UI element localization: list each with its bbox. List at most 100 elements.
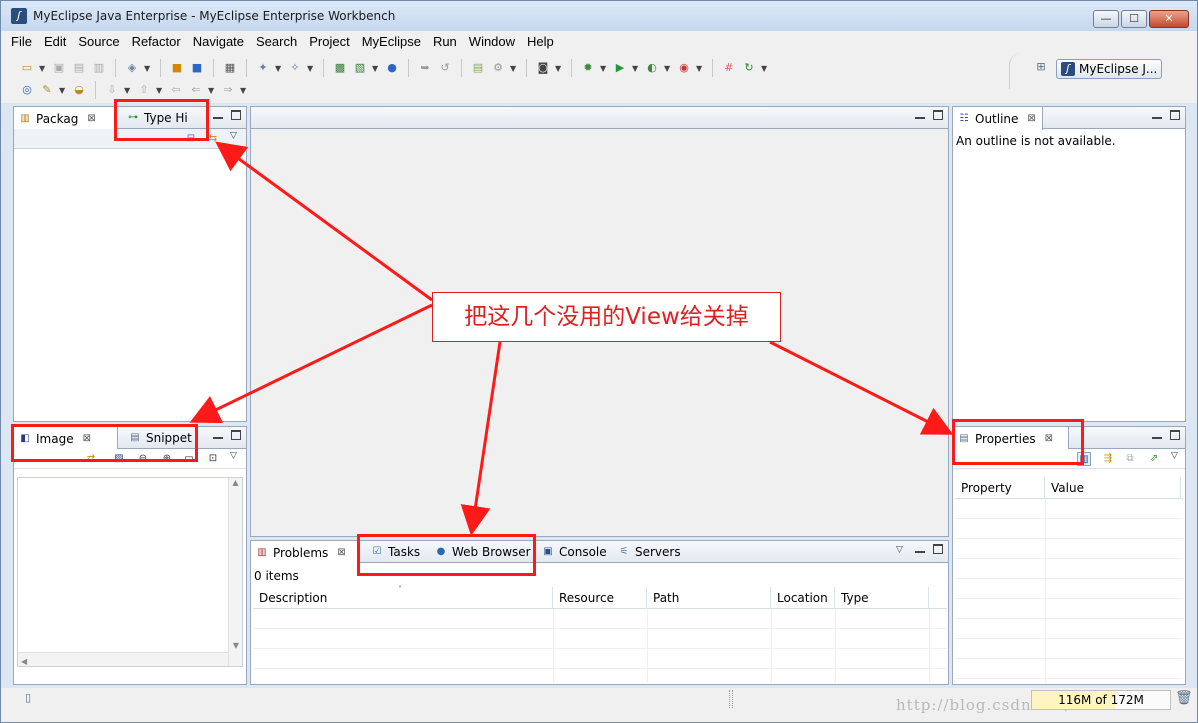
print-icon[interactable]: ▥ bbox=[91, 60, 107, 76]
edit-icon[interactable]: ✎ bbox=[39, 82, 55, 98]
server-dropdown-icon[interactable]: ▼ bbox=[307, 64, 315, 73]
external-tools-dropdown-icon[interactable]: ▼ bbox=[696, 64, 704, 73]
camera-dropdown-icon[interactable]: ▼ bbox=[555, 64, 563, 73]
nav-back-icon[interactable]: ⇐ bbox=[188, 82, 204, 98]
maximize-icon[interactable] bbox=[231, 430, 241, 440]
settings-icon[interactable]: ⚙ bbox=[490, 60, 506, 76]
menu-run[interactable]: Run bbox=[433, 34, 457, 49]
deploy-icon[interactable]: ✦ bbox=[255, 60, 271, 76]
server-icon[interactable]: ✧ bbox=[287, 60, 303, 76]
minimize-icon[interactable] bbox=[213, 429, 223, 439]
close-window-button[interactable]: ✕ bbox=[1149, 10, 1189, 28]
close-icon[interactable]: ⊠ bbox=[1027, 113, 1035, 124]
open-folder-icon[interactable]: ◒ bbox=[71, 82, 87, 98]
horizontal-scrollbar[interactable]: ◀ bbox=[18, 652, 228, 666]
tab-outline[interactable]: ☷ Outline ⊠ bbox=[953, 107, 1043, 130]
nav-back-dropdown-icon[interactable]: ▼ bbox=[208, 86, 216, 95]
camera-icon[interactable]: ◙ bbox=[535, 60, 551, 76]
next-annotation-dropdown-icon[interactable]: ▼ bbox=[124, 86, 132, 95]
prev-annotation-dropdown-icon[interactable]: ▼ bbox=[156, 86, 164, 95]
menu-myeclipse[interactable]: MyEclipse bbox=[362, 34, 421, 49]
minimize-icon[interactable] bbox=[915, 543, 925, 553]
tab-problems[interactable]: ▥ Problems ⊠ bbox=[251, 541, 359, 564]
view-menu-icon[interactable]: ▽ bbox=[896, 545, 903, 555]
trash-icon[interactable]: 🗑 bbox=[1175, 690, 1193, 706]
maximize-window-button[interactable]: ☐ bbox=[1121, 10, 1147, 28]
coverage-dropdown-icon[interactable]: ▼ bbox=[664, 64, 672, 73]
jdk-icon[interactable]: ▦ bbox=[222, 60, 238, 76]
last-edit-icon[interactable]: ⇦ bbox=[168, 82, 184, 98]
open-project-icon[interactable]: ◎ bbox=[19, 82, 35, 98]
nav-forward-icon[interactable]: ⇒ bbox=[220, 82, 236, 98]
debug-icon[interactable]: ✹ bbox=[580, 60, 596, 76]
column-type[interactable]: Type bbox=[835, 586, 929, 609]
maximize-icon[interactable] bbox=[933, 110, 943, 120]
new-dropdown-icon[interactable]: ▼ bbox=[39, 64, 47, 73]
minimize-icon[interactable] bbox=[1152, 429, 1162, 439]
back-icon[interactable]: ↺ bbox=[437, 60, 453, 76]
close-icon[interactable]: ⊠ bbox=[87, 113, 95, 124]
wizard-dropdown-icon[interactable]: ▼ bbox=[144, 64, 152, 73]
run-config-dropdown-icon[interactable]: ▼ bbox=[372, 64, 380, 73]
run-config-icon[interactable]: ▧ bbox=[352, 60, 368, 76]
edit-dropdown-icon[interactable]: ▼ bbox=[59, 86, 67, 95]
debug-dropdown-icon[interactable]: ▼ bbox=[600, 64, 608, 73]
refresh-dropdown-icon[interactable]: ▼ bbox=[761, 64, 769, 73]
perspective-button[interactable]: ʃ MyEclipse J... bbox=[1056, 59, 1162, 79]
menu-refactor[interactable]: Refactor bbox=[132, 34, 181, 49]
close-icon[interactable]: ⊠ bbox=[337, 547, 345, 558]
open-perspective-icon[interactable]: ⊞ bbox=[1033, 60, 1049, 76]
next-annotation-icon[interactable]: ⇩ bbox=[104, 82, 120, 98]
menu-help[interactable]: Help bbox=[527, 34, 554, 49]
tab-package-explorer[interactable]: ▥ Packag ⊠ bbox=[14, 107, 116, 130]
forward-icon[interactable]: ➥ bbox=[417, 60, 433, 76]
scroll-up-icon[interactable]: ▲ bbox=[229, 478, 242, 487]
fit-icon[interactable]: ⊡ bbox=[206, 452, 220, 466]
open-type-icon[interactable]: ■ bbox=[169, 60, 185, 76]
external-tools-icon[interactable]: ◉ bbox=[676, 60, 692, 76]
minimize-window-button[interactable]: — bbox=[1093, 10, 1119, 28]
menu-navigate[interactable]: Navigate bbox=[193, 34, 244, 49]
maximize-icon[interactable] bbox=[933, 544, 943, 554]
menu-file[interactable]: File bbox=[11, 34, 32, 49]
report-icon[interactable]: ▤ bbox=[470, 60, 486, 76]
column-value[interactable]: Value bbox=[1045, 476, 1181, 499]
tab-console[interactable]: ▣ Console bbox=[537, 541, 606, 563]
minimize-icon[interactable] bbox=[213, 109, 223, 119]
heap-status[interactable]: 116M of 172M bbox=[1031, 690, 1171, 710]
open-resource-icon[interactable]: ■ bbox=[189, 60, 205, 76]
wizard-icon[interactable]: ◈ bbox=[124, 60, 140, 76]
run-icon[interactable]: ▶ bbox=[612, 60, 628, 76]
menu-window[interactable]: Window bbox=[469, 34, 515, 49]
tab-servers[interactable]: ⚟ Servers bbox=[613, 541, 681, 563]
minimize-icon[interactable] bbox=[1152, 109, 1162, 119]
menu-source[interactable]: Source bbox=[78, 34, 119, 49]
scroll-left-icon[interactable]: ◀ bbox=[21, 657, 27, 666]
pin-icon[interactable]: ⇗ bbox=[1147, 452, 1161, 466]
settings-dropdown-icon[interactable]: ▼ bbox=[510, 64, 518, 73]
maximize-icon[interactable] bbox=[1170, 110, 1180, 120]
filter-icon[interactable]: ⇶ bbox=[1101, 452, 1115, 466]
maximize-icon[interactable] bbox=[1170, 430, 1180, 440]
menu-edit[interactable]: Edit bbox=[44, 34, 66, 49]
save-icon[interactable]: ▣ bbox=[51, 60, 67, 76]
coverage-icon[interactable]: ◐ bbox=[644, 60, 660, 76]
view-menu-icon[interactable]: ▽ bbox=[1171, 451, 1178, 461]
view-menu-icon[interactable]: ▽ bbox=[230, 451, 237, 461]
menu-project[interactable]: Project bbox=[309, 34, 349, 49]
fast-view-icon[interactable]: ▯ bbox=[25, 691, 31, 704]
restore-default-icon[interactable]: ⧉ bbox=[1123, 452, 1137, 466]
prev-annotation-icon[interactable]: ⇧ bbox=[136, 82, 152, 98]
minimize-icon[interactable] bbox=[915, 109, 925, 119]
column-description[interactable]: Description ˄ bbox=[253, 585, 553, 609]
refresh-icon[interactable]: ↻ bbox=[741, 60, 757, 76]
column-resource[interactable]: Resource bbox=[553, 586, 647, 609]
hash-icon[interactable]: # bbox=[721, 60, 737, 76]
save-all-icon[interactable]: ▤ bbox=[71, 60, 87, 76]
column-path[interactable]: Path bbox=[647, 586, 771, 609]
build-icon[interactable]: ▩ bbox=[332, 60, 348, 76]
nav-forward-dropdown-icon[interactable]: ▼ bbox=[240, 86, 248, 95]
column-property[interactable]: Property bbox=[955, 476, 1045, 499]
globe-icon[interactable]: ● bbox=[384, 60, 400, 76]
scroll-down-icon[interactable]: ▼ bbox=[229, 641, 243, 650]
